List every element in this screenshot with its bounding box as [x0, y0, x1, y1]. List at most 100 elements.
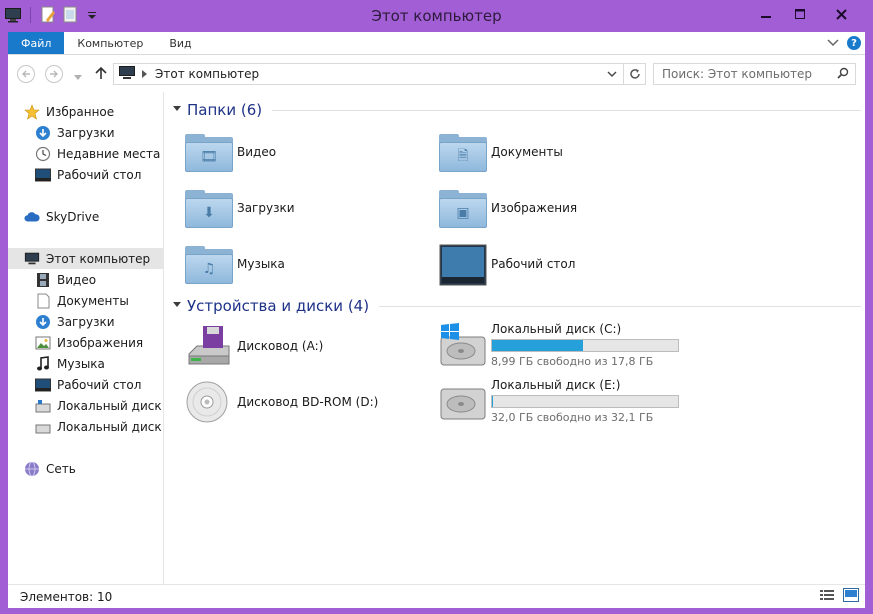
- help-icon[interactable]: ?: [847, 36, 861, 50]
- sidebar-item-documents[interactable]: Документы: [35, 290, 129, 311]
- drive-tile-d[interactable]: Дисковод BD-ROM (D:): [185, 380, 378, 424]
- refresh-icon[interactable]: [623, 64, 645, 84]
- bd-rom-drive-icon: [185, 380, 233, 424]
- sidebar-item-label: Документы: [57, 293, 129, 308]
- main-pane[interactable]: Папки (6) 🎞 Видео 🗎 Документы ⬇ Загрузки…: [165, 92, 865, 584]
- computer-icon: [24, 251, 40, 267]
- sidebar-item-label: Загрузки: [57, 125, 115, 140]
- sidebar-item-label: SkyDrive: [46, 209, 100, 224]
- documents-folder-icon: 🗎: [439, 130, 487, 174]
- music-note-icon: [35, 355, 51, 372]
- folder-name: Документы: [491, 145, 563, 159]
- navigation-pane[interactable]: Избранное Загрузки Недавние места Рабочи…: [8, 92, 164, 584]
- sidebar-item-desktop-pc[interactable]: Рабочий стол: [35, 374, 141, 395]
- group-divider: [272, 109, 861, 111]
- maximize-button[interactable]: [783, 2, 817, 26]
- desktop-folder-icon: [439, 242, 487, 286]
- sidebar-item-favorites[interactable]: Избранное: [24, 101, 114, 122]
- tab-file[interactable]: Файл: [8, 32, 65, 54]
- tab-view[interactable]: Вид: [156, 32, 204, 54]
- computer-icon: [118, 65, 136, 83]
- music-folder-icon: ♫: [185, 242, 233, 286]
- floppy-drive-icon: [185, 324, 233, 368]
- status-bar: Элементов: 10: [8, 584, 865, 608]
- sidebar-item-downloads[interactable]: Загрузки: [35, 122, 115, 143]
- group-divider: [379, 305, 861, 307]
- sidebar-item-downloads-pc[interactable]: Загрузки: [35, 311, 115, 332]
- close-button[interactable]: [817, 2, 865, 26]
- group-title: Устройства и диски (4): [187, 297, 370, 315]
- expand-ribbon-icon[interactable]: [827, 36, 839, 50]
- video-folder-icon: 🎞: [185, 130, 233, 174]
- sidebar-item-music[interactable]: Музыка: [35, 353, 105, 374]
- drive-tile-c[interactable]: Локальный диск (C:) 8,99 ГБ свободно из …: [439, 322, 679, 368]
- explorer-window: Этот компьютер Файл Компьютер Вид ? Этот…: [0, 0, 873, 614]
- breadcrumb-separator-icon[interactable]: [142, 67, 147, 81]
- search-box[interactable]: [653, 63, 856, 85]
- window-title: Этот компьютер: [371, 7, 502, 25]
- sidebar-item-label: Сеть: [46, 461, 76, 476]
- back-button[interactable]: [17, 65, 35, 83]
- item-count: Элементов: 10: [20, 589, 113, 604]
- drive-tile-a[interactable]: Дисковод (A:): [185, 324, 323, 368]
- sidebar-item-label: Изображения: [57, 335, 144, 350]
- collapse-chevron-icon[interactable]: [173, 105, 181, 115]
- drive-free-space: 8,99 ГБ свободно из 17,8 ГБ: [491, 355, 654, 368]
- sidebar-item-skydrive[interactable]: SkyDrive: [24, 206, 99, 227]
- title-bar[interactable]: Этот компьютер: [0, 0, 873, 32]
- sidebar-item-pictures[interactable]: Изображения: [35, 332, 143, 353]
- navigation-bar: Этот компьютер: [8, 54, 865, 92]
- folder-tile-music[interactable]: ♫ Музыка: [185, 242, 285, 286]
- sidebar-item-label: Недавние места: [57, 146, 161, 161]
- devices-group-header[interactable]: Устройства и диски (4): [173, 295, 861, 317]
- sidebar-item-label: Видео: [57, 272, 97, 287]
- windows-drive-icon: [439, 323, 487, 367]
- sidebar-item-drive-c[interactable]: Локальный диск (C: [35, 395, 163, 416]
- address-history-icon[interactable]: [607, 67, 617, 81]
- folder-name: Изображения: [491, 201, 578, 215]
- forward-button[interactable]: [45, 65, 63, 83]
- sidebar-item-recent-places[interactable]: Недавние места: [35, 143, 160, 164]
- address-bar[interactable]: Этот компьютер: [113, 63, 646, 85]
- drive-tile-e[interactable]: Локальный диск (E:) 32,0 ГБ свободно из …: [439, 378, 679, 424]
- sidebar-item-videos[interactable]: Видео: [35, 269, 96, 290]
- sidebar-item-desktop[interactable]: Рабочий стол: [35, 164, 141, 185]
- drive-icon: [35, 419, 51, 435]
- search-input[interactable]: [662, 67, 832, 81]
- tab-computer[interactable]: Компьютер: [64, 32, 156, 54]
- folder-name: Загрузки: [237, 201, 295, 215]
- large-icons-view-icon[interactable]: [843, 588, 859, 605]
- minimize-button[interactable]: [749, 2, 783, 26]
- folders-group-header[interactable]: Папки (6): [173, 99, 861, 121]
- network-globe-icon: [24, 461, 40, 477]
- local-drive-icon: [439, 379, 487, 423]
- drive-icon: [35, 398, 51, 414]
- folder-tile-documents[interactable]: 🗎 Документы: [439, 130, 563, 174]
- desktop-icon: [35, 167, 51, 183]
- film-icon: [35, 272, 51, 288]
- skydrive-cloud-icon: [24, 209, 40, 225]
- search-icon[interactable]: [837, 67, 849, 82]
- folder-tile-pictures[interactable]: ▣ Изображения: [439, 186, 577, 230]
- folder-tile-videos[interactable]: 🎞 Видео: [185, 130, 276, 174]
- drive-usage-fill: [492, 340, 584, 351]
- breadcrumb[interactable]: Этот компьютер: [155, 67, 259, 81]
- recent-locations-icon[interactable]: [74, 70, 82, 84]
- folder-tile-downloads[interactable]: ⬇ Загрузки: [185, 186, 295, 230]
- collapse-chevron-icon[interactable]: [173, 301, 181, 311]
- drive-info: Локальный диск (E:) 32,0 ГБ свободно из …: [491, 378, 679, 424]
- sidebar-item-network[interactable]: Сеть: [24, 458, 76, 479]
- document-icon: [35, 293, 51, 309]
- up-arrow-icon[interactable]: [95, 66, 107, 83]
- drive-name: Дисковод BD-ROM (D:): [237, 395, 379, 409]
- group-title: Папки (6): [187, 101, 263, 119]
- folder-tile-desktop[interactable]: Рабочий стол: [439, 242, 575, 286]
- folder-name: Видео: [237, 145, 277, 159]
- sidebar-item-label: Загрузки: [57, 314, 115, 329]
- details-view-icon[interactable]: [819, 588, 835, 605]
- sidebar-item-label: Локальный диск (E:: [57, 419, 163, 434]
- pictures-folder-icon: ▣: [439, 186, 487, 230]
- view-switcher: [819, 588, 865, 605]
- sidebar-item-this-pc[interactable]: Этот компьютер: [8, 248, 163, 269]
- sidebar-item-drive-e[interactable]: Локальный диск (E:: [35, 416, 163, 437]
